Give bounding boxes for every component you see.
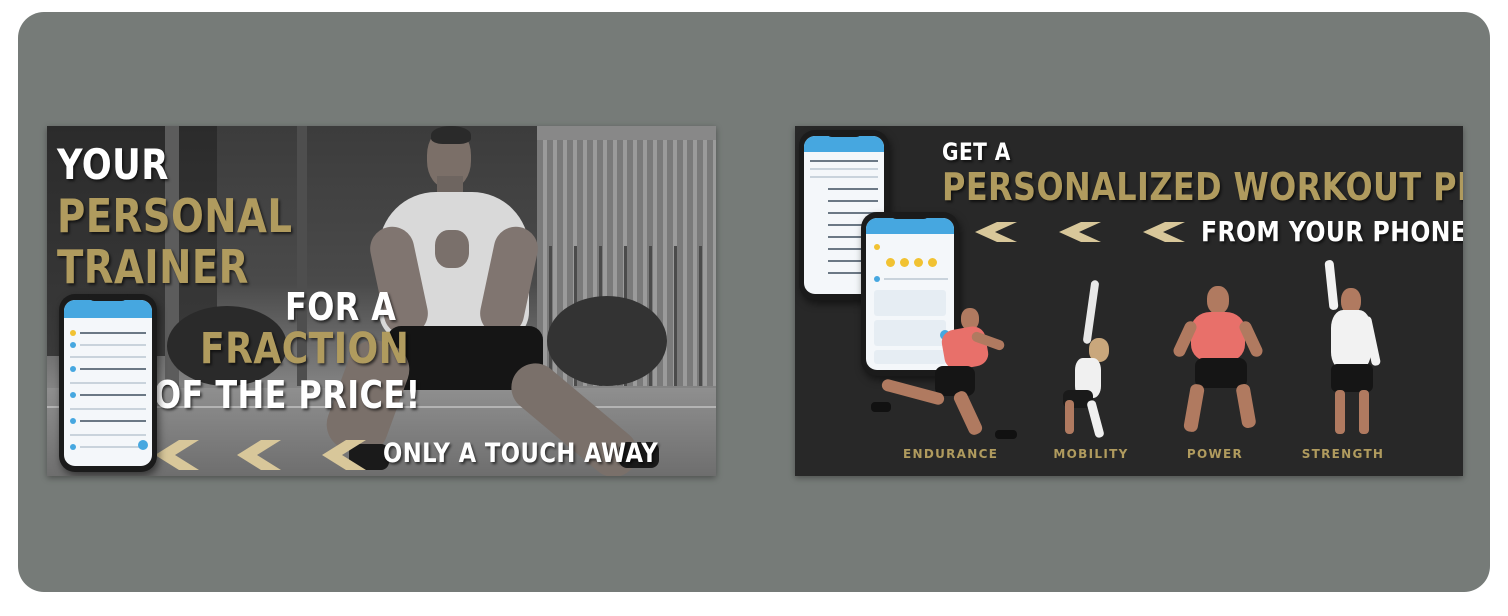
athlete-strength-photo xyxy=(1311,259,1391,446)
banner-workout-plan[interactable]: GET A PERSONALIZED WORKOUT PLAN FROM YOU… xyxy=(795,126,1463,476)
athlete-mobility-photo xyxy=(1059,279,1129,446)
headline-trainer: TRAINER xyxy=(57,240,249,294)
app-screen xyxy=(64,300,152,466)
athlete-endurance-photo xyxy=(871,306,1021,446)
kicker-get-a: GET A xyxy=(942,138,1011,166)
chevron-left-icon xyxy=(1143,222,1185,242)
headline-personalized-plan: PERSONALIZED WORKOUT PLAN xyxy=(942,165,1463,209)
headline-fraction: FRACTION xyxy=(200,324,410,374)
athlete-power-photo xyxy=(1171,286,1265,446)
chevron-left-icon xyxy=(237,440,281,470)
headline-for-a: FOR A xyxy=(285,285,397,329)
category-strength: STRENGTH xyxy=(1301,447,1385,461)
category-mobility: MOBILITY xyxy=(1053,447,1129,461)
chevron-left-icon xyxy=(975,222,1017,242)
chevron-left-icon xyxy=(1059,222,1101,242)
category-endurance: ENDURANCE xyxy=(903,447,999,461)
headline-your: YOUR xyxy=(57,140,169,189)
category-power: POWER xyxy=(1186,447,1244,461)
headline-of-the-price: OF THE PRICE! xyxy=(154,373,421,417)
chevron-left-icon xyxy=(155,440,199,470)
phone-mockup xyxy=(59,294,157,472)
tagline-touch-away: ONLY A TOUCH AWAY xyxy=(383,438,659,469)
chevron-left-icon xyxy=(322,440,366,470)
headline-personal: PERSONAL xyxy=(57,189,293,243)
banner-personal-trainer[interactable]: YOUR PERSONAL TRAINER FOR A FRACTION OF … xyxy=(47,126,716,476)
subline-from-your-phone: FROM YOUR PHONE xyxy=(1201,215,1463,248)
